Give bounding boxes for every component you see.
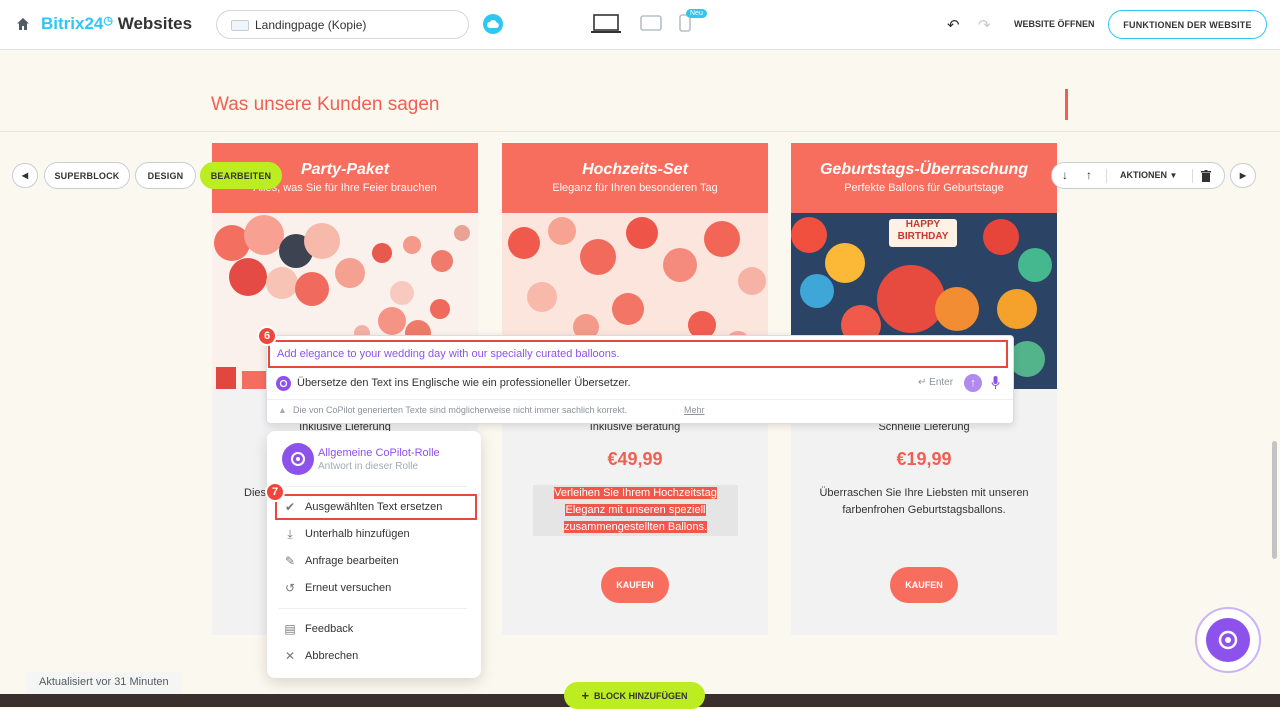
microphone-icon[interactable]: [991, 376, 1000, 394]
check-icon: ✔: [284, 500, 296, 514]
copilot-panel: Add elegance to your wedding day with ou…: [266, 335, 1014, 424]
close-icon: ✕: [284, 649, 296, 663]
add-block-button[interactable]: + BLOCK HINZUFÜGEN: [564, 682, 705, 709]
step-badge-7: 7: [265, 482, 285, 502]
actions-menu-button[interactable]: AKTIONEN ▼: [1120, 170, 1177, 180]
move-down-icon[interactable]: ↓: [1062, 168, 1068, 182]
role-subtitle: Antwort in dieser Rolle: [318, 461, 419, 472]
menu-item-add-below[interactable]: ⤓ Unterhalb hinzufügen: [283, 524, 410, 544]
open-website-link[interactable]: WEBSITE ÖFFNEN: [1014, 19, 1095, 29]
move-up-icon[interactable]: ↑: [1086, 168, 1092, 182]
next-block-button[interactable]: ▶: [1230, 163, 1256, 188]
add-block-label: BLOCK HINZUFÜGEN: [594, 690, 688, 701]
app-logo[interactable]: Bitrix24◷ Websites: [41, 14, 192, 34]
disclaimer-text: Die von CoPilot generierten Texte sind m…: [293, 405, 627, 415]
buy-button[interactable]: KAUFEN: [890, 567, 958, 603]
desktop-view-icon[interactable]: [591, 14, 621, 39]
enter-key-icon: ↵: [918, 377, 927, 388]
section-title[interactable]: Was unsere Kunden sagen: [211, 94, 440, 116]
top-bar: Bitrix24◷ Websites Landingpage (Kopie) N…: [0, 0, 1280, 50]
menu-item-retry[interactable]: ↺ Erneut versuchen: [283, 578, 391, 598]
design-button[interactable]: DESIGN: [135, 162, 196, 189]
page-name: Landingpage (Kopie): [255, 18, 367, 32]
copilot-float-button[interactable]: [1195, 607, 1261, 673]
clock-icon: ◷: [103, 15, 113, 27]
prev-block-button[interactable]: ◀: [12, 163, 38, 188]
menu-item-edit-request[interactable]: ✎ Anfrage bearbeiten: [283, 551, 399, 571]
card-subtitle[interactable]: Eleganz für Ihren besonderen Tag: [502, 182, 768, 194]
copilot-role-avatar: [282, 443, 314, 475]
menu-item-replace-text[interactable]: ✔ Ausgewählten Text ersetzen: [283, 497, 442, 517]
menu-divider: [279, 608, 467, 609]
card-title[interactable]: Hochzeits-Set: [502, 161, 768, 179]
edit-button[interactable]: BEARBEITEN: [200, 162, 282, 189]
delete-icon[interactable]: [1201, 169, 1211, 187]
plus-icon: +: [581, 688, 590, 703]
birthday-banner-text: HAPPY BIRTHDAY: [897, 219, 949, 242]
feedback-icon: ▤: [284, 622, 296, 636]
website-functions-button[interactable]: FUNKTIONEN DER WEBSITE: [1108, 10, 1267, 39]
caret-down-icon: ▼: [1169, 171, 1178, 180]
menu-item-label: Unterhalb hinzufügen: [305, 528, 410, 540]
card-header: Geburtstags-Überraschung Perfekte Ballon…: [791, 143, 1057, 213]
card-description-fragment[interactable]: Dies: [244, 487, 266, 499]
copilot-result-text[interactable]: Add elegance to your wedding day with ou…: [268, 340, 1008, 368]
app-name: Bitrix24: [41, 14, 104, 33]
menu-item-cancel[interactable]: ✕ Abbrechen: [283, 646, 358, 666]
card-title[interactable]: Geburtstags-Überraschung: [791, 161, 1057, 179]
page-name-field[interactable]: Landingpage (Kopie): [216, 10, 469, 39]
menu-item-feedback[interactable]: ▤ Feedback: [283, 619, 353, 639]
card-subtitle[interactable]: Perfekte Ballons für Geburtstage: [791, 182, 1057, 194]
panel-divider: [267, 399, 1013, 400]
pencil-icon: ✎: [284, 554, 296, 568]
card-description[interactable]: Überraschen Sie Ihre Liebsten mit unsere…: [819, 485, 1029, 519]
menu-item-label: Anfrage bearbeiten: [305, 555, 399, 567]
redo-icon[interactable]: ↷: [978, 16, 991, 34]
warning-icon: ▲: [278, 405, 287, 415]
page-thumbnail-icon: [231, 20, 249, 31]
send-icon[interactable]: ↑: [964, 374, 982, 392]
more-link[interactable]: Mehr: [684, 405, 705, 415]
new-badge: Neu: [686, 9, 707, 18]
card-description-selected[interactable]: Verleihen Sie Ihrem Hochzeitstag Eleganz…: [533, 485, 738, 536]
undo-icon[interactable]: ↶: [947, 16, 960, 34]
app-suffix: Websites: [117, 14, 193, 33]
copilot-icon: [1206, 618, 1250, 662]
actions-label: AKTIONEN: [1120, 170, 1167, 180]
retry-icon: ↺: [284, 581, 296, 595]
role-title[interactable]: Allgemeine CoPilot-Rolle: [318, 447, 440, 459]
section-accent-bar: [1065, 89, 1068, 120]
copilot-prompt-input[interactable]: Übersetze den Text ins Englische wie ein…: [297, 377, 631, 389]
menu-divider: [279, 486, 467, 487]
superblock-button[interactable]: SUPERBLOCK: [44, 162, 130, 189]
result-text[interactable]: Add elegance to your wedding day with ou…: [277, 348, 619, 360]
card-price[interactable]: €49,99: [502, 449, 768, 470]
card-header: Hochzeits-Set Eleganz für Ihren besonder…: [502, 143, 768, 213]
card-price[interactable]: €19,99: [791, 449, 1057, 470]
buy-button[interactable]: KAUFEN: [601, 567, 669, 603]
cloud-icon[interactable]: [483, 14, 503, 34]
selected-text[interactable]: Verleihen Sie Ihrem Hochzeitstag Eleganz…: [554, 487, 717, 533]
block-actions-toolbar: ↓ ↑ AKTIONEN ▼: [1051, 162, 1225, 189]
home-icon[interactable]: [16, 17, 30, 31]
step-badge-6: 6: [257, 326, 277, 346]
section-divider: [0, 131, 1280, 132]
toolbar-divider: [1106, 169, 1107, 183]
menu-item-label: Ausgewählten Text ersetzen: [305, 501, 443, 513]
copilot-actions-menu: Allgemeine CoPilot-Rolle Antwort in dies…: [267, 431, 481, 678]
scrollbar-thumb[interactable]: [1272, 441, 1277, 559]
enter-hint: ↵ Enter: [918, 377, 953, 388]
copilot-logo-icon: [276, 376, 291, 391]
download-icon: ⤓: [287, 526, 293, 541]
menu-item-label: Erneut versuchen: [305, 582, 392, 594]
enter-hint-label: Enter: [929, 377, 954, 388]
updated-status: Aktualisiert vor 31 Minuten: [26, 672, 182, 694]
menu-item-label: Feedback: [305, 623, 354, 635]
toolbar-divider: [1192, 169, 1193, 183]
tablet-view-icon[interactable]: [640, 15, 662, 36]
menu-item-label: Abbrechen: [305, 650, 359, 662]
